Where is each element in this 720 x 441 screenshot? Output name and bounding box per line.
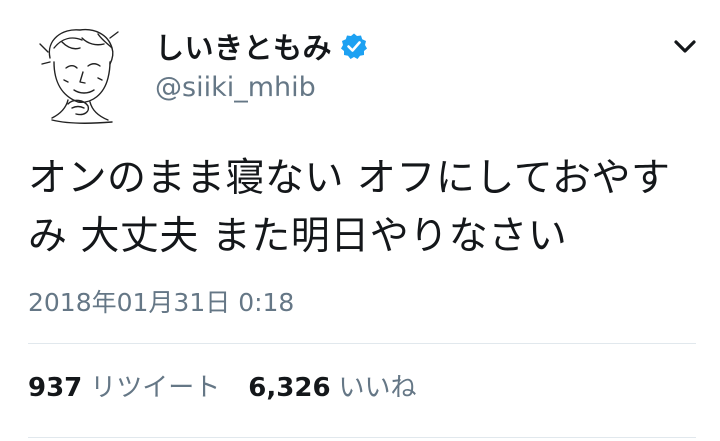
display-name[interactable]: しいきともみ — [155, 25, 332, 67]
sketch-portrait-icon — [39, 28, 119, 125]
tweet-stats: 937 リツイート 6,326 いいね — [28, 367, 417, 404]
tweet-text: オンのまま寝ない オフにしておやすみ 大丈夫 また明日やりなさい — [28, 156, 671, 259]
tweet-card: しいきともみ @siiki_mhib オンのまま寝ない オフにしておやすみ 大丈… — [0, 0, 720, 441]
likes-stat[interactable]: 6,326 いいね — [248, 367, 416, 404]
likes-label: いいね — [338, 373, 417, 403]
likes-count: 6,326 — [248, 373, 331, 403]
name-row: しいきともみ — [155, 26, 368, 66]
chevron-down-icon[interactable] — [670, 32, 700, 62]
tweet-timestamp[interactable]: 2018年01月31日 0:18 — [28, 283, 294, 319]
divider — [28, 343, 696, 344]
retweets-label: リツイート — [90, 373, 221, 403]
avatar[interactable] — [28, 18, 138, 128]
verified-badge-icon — [340, 32, 368, 60]
retweets-count: 937 — [28, 373, 83, 403]
divider — [28, 437, 696, 438]
user-handle[interactable]: @siiki_mhib — [155, 72, 316, 103]
retweets-stat[interactable]: 937 リツイート — [28, 367, 220, 404]
